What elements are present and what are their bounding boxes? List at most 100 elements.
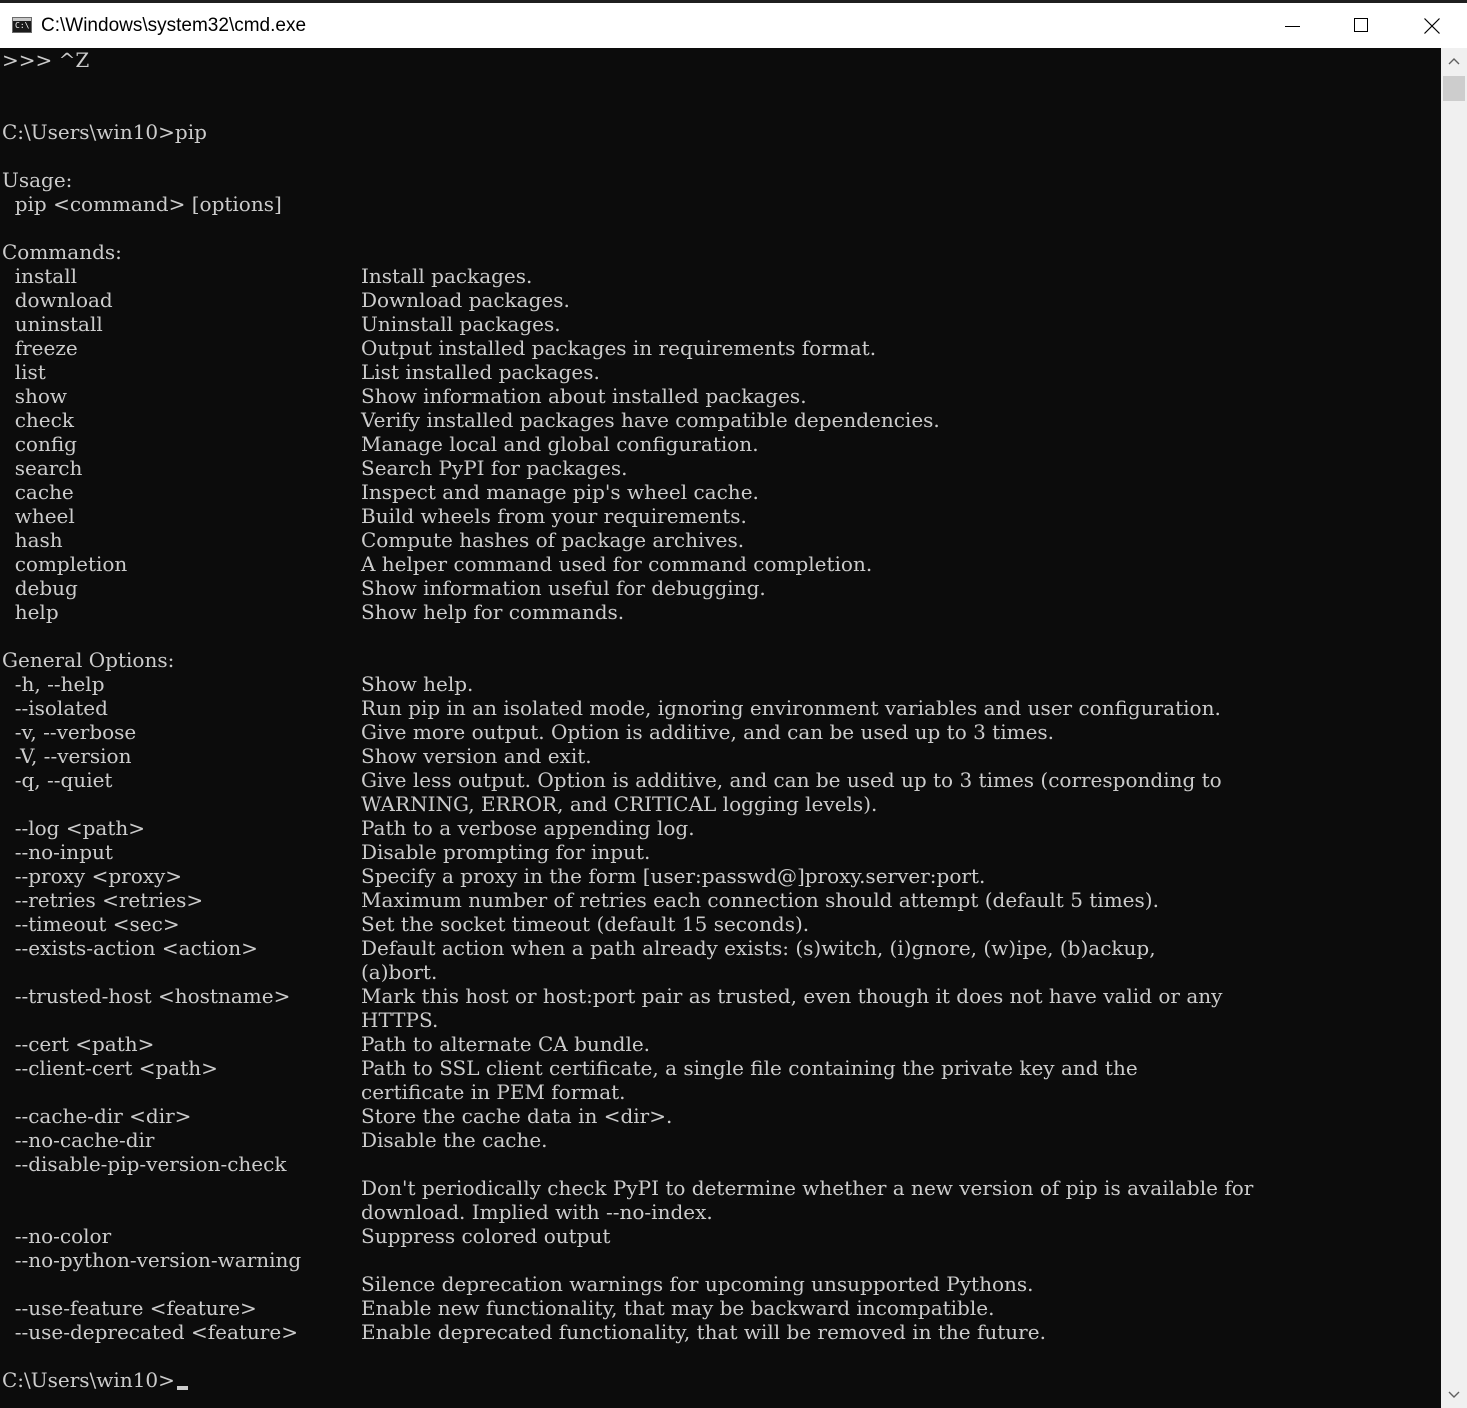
console-line: (a)bort.	[2, 960, 437, 984]
console-line: --log <path> Path to a verbose appending …	[2, 816, 695, 840]
text-cursor	[176, 1386, 188, 1390]
console-line: Usage:	[2, 168, 301, 192]
console-line: show Show information about installed pac…	[2, 384, 807, 408]
option-description: Inspect and manage pip's wheel cache.	[361, 480, 759, 504]
option-name: --cert <path>	[2, 1032, 155, 1056]
option-description: certificate in PEM format.	[361, 1080, 626, 1104]
option-name: --proxy <proxy>	[2, 864, 183, 888]
option-name: --no-input	[2, 840, 113, 864]
option-name: cache	[2, 480, 74, 504]
console-line: list List installed packages.	[2, 360, 600, 384]
console-line-text: >>> ^Z	[2, 48, 90, 72]
option-name: install	[2, 264, 78, 288]
console-line: Commands:	[2, 240, 301, 264]
option-name: --timeout <sec>	[2, 912, 180, 936]
console-line: --client-cert <path> Path to SSL client c…	[2, 1056, 1138, 1080]
option-description: Enable deprecated functionality, that wi…	[361, 1320, 1046, 1344]
option-description: Suppress colored output	[361, 1224, 611, 1248]
option-name: --exists-action <action>	[2, 936, 258, 960]
option-description: Build wheels from your requirements.	[361, 504, 747, 528]
console-line: pip <command> [options]	[2, 192, 301, 216]
option-name: --trusted-host <hostname>	[2, 984, 291, 1008]
option-description: Output installed packages in requirement…	[361, 336, 877, 360]
option-description: Show information useful for debugging.	[361, 576, 766, 600]
option-name: -q, --quiet	[2, 768, 113, 792]
chevron-down-icon	[1448, 1391, 1460, 1398]
option-description: Give more output. Option is additive, an…	[361, 720, 1055, 744]
console-text: >>> ^Z C:\Users\win10>pip Usage: pip <comm…	[2, 48, 1253, 1392]
option-name: config	[2, 432, 77, 456]
scroll-up-button[interactable]	[1441, 48, 1467, 74]
option-name: wheel	[2, 504, 75, 528]
console-line: --no-input Disable prompting for input.	[2, 840, 651, 864]
option-description: Compute hashes of package archives.	[361, 528, 745, 552]
minimize-button[interactable]	[1257, 3, 1327, 48]
console-line: search Search PyPI for packages.	[2, 456, 628, 480]
option-name: list	[2, 360, 46, 384]
console-line: --exists-action <action> Default action w…	[2, 936, 1156, 960]
console-line: config Manage local and global configurat…	[2, 432, 759, 456]
option-description: Enable new functionality, that may be ba…	[361, 1296, 995, 1320]
option-name: --isolated	[2, 696, 108, 720]
option-description: Search PyPI for packages.	[361, 456, 628, 480]
console-line-text: --no-python-version-warning	[2, 1248, 302, 1272]
option-description: Show help for commands.	[361, 600, 625, 624]
console-line: Don't periodically check PyPI to determi…	[2, 1176, 1253, 1200]
console-line: --timeout <sec> Set the socket timeout (d…	[2, 912, 809, 936]
console-line: freeze Output installed packages in requi…	[2, 336, 876, 360]
console-line: --use-feature <feature> Enable new functi…	[2, 1296, 995, 1320]
option-name: --no-color	[2, 1224, 112, 1248]
console-line: -q, --quiet Give less output. Option is a…	[2, 768, 1222, 792]
option-description: Store the cache data in <dir>.	[361, 1104, 673, 1128]
vertical-scrollbar[interactable]	[1441, 48, 1467, 1408]
option-name: --client-cert <path>	[2, 1056, 218, 1080]
console-line: C:\Users\win10>	[2, 1368, 301, 1392]
option-description: (a)bort.	[361, 960, 438, 984]
option-name: search	[2, 456, 83, 480]
close-icon	[1424, 18, 1440, 34]
title-bar[interactable]: C:\ C:\Windows\system32\cmd.exe	[0, 3, 1467, 48]
console-line: uninstall Uninstall packages.	[2, 312, 561, 336]
option-description: Show information about installed package…	[361, 384, 807, 408]
option-description: Uninstall packages.	[361, 312, 561, 336]
console-line: C:\Users\win10>pip	[2, 120, 301, 144]
console-line: >>> ^Z	[2, 48, 301, 72]
option-description: Install packages.	[361, 264, 533, 288]
option-description: Specify a proxy in the form [user:passwd…	[361, 864, 986, 888]
cmd-icon-label: C:\	[15, 21, 30, 30]
option-name: --use-deprecated <feature>	[2, 1320, 298, 1344]
option-description: Set the socket timeout (default 15 secon…	[361, 912, 810, 936]
option-name: --no-cache-dir	[2, 1128, 155, 1152]
cmd-icon[interactable]: C:\	[12, 17, 32, 33]
close-button[interactable]	[1397, 3, 1467, 48]
console-line: download Download packages.	[2, 288, 570, 312]
console-line: -v, --verbose Give more output. Option is…	[2, 720, 1054, 744]
option-name: --retries <retries>	[2, 888, 204, 912]
scroll-down-button[interactable]	[1441, 1382, 1467, 1408]
console-line-text: Usage:	[2, 168, 73, 192]
option-description: Give less output. Option is additive, an…	[361, 768, 1222, 792]
option-name: uninstall	[2, 312, 103, 336]
scrollbar-thumb[interactable]	[1443, 76, 1465, 101]
console-line: --no-python-version-warning	[2, 1248, 302, 1272]
option-description: HTTPS.	[361, 1008, 439, 1032]
option-name: debug	[2, 576, 78, 600]
option-description: Path to a verbose appending log.	[361, 816, 695, 840]
option-name: --use-feature <feature>	[2, 1296, 257, 1320]
option-description: A helper command used for command comple…	[361, 552, 873, 576]
console-output-area[interactable]: >>> ^Z C:\Users\win10>pip Usage: pip <comm…	[0, 48, 1441, 1408]
option-name: --log <path>	[2, 816, 145, 840]
option-description: Download packages.	[361, 288, 570, 312]
console-line: --disable-pip-version-check	[2, 1152, 301, 1176]
console-line: General Options:	[2, 648, 301, 672]
minimize-icon	[1285, 26, 1300, 27]
console-line: help Show help for commands.	[2, 600, 624, 624]
chevron-up-icon	[1448, 58, 1460, 65]
maximize-button[interactable]	[1327, 3, 1397, 48]
console-line-text: Commands:	[2, 240, 122, 264]
console-line: download. Implied with --no-index.	[2, 1200, 713, 1224]
option-name: download	[2, 288, 113, 312]
option-description: WARNING, ERROR, and CRITICAL logging lev…	[361, 792, 878, 816]
